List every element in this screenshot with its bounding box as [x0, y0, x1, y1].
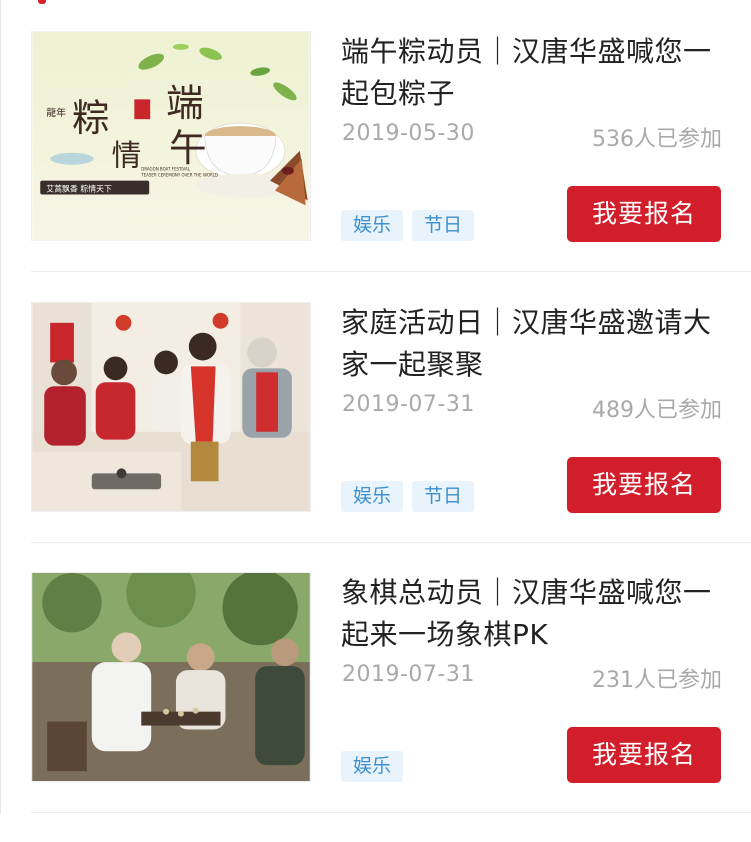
activity-image-chess[interactable]	[31, 572, 311, 782]
signup-button[interactable]: 我要报名	[567, 186, 721, 242]
image-en-1: DRAGON BOAT FESTIVAL	[141, 167, 190, 172]
image-char-2: 情	[112, 139, 142, 174]
participant-count: 536人已参加	[592, 127, 722, 152]
activity-date: 2019-07-31	[342, 662, 475, 687]
activity-image-family-day[interactable]	[31, 302, 311, 512]
tag-festival: 节日	[412, 481, 475, 512]
activity-title[interactable]: 象棋总动员｜汉唐华盛喊您一起来一场象棋PK	[341, 572, 721, 656]
tag-entertainment: 娱乐	[341, 481, 404, 512]
image-slogan: 艾蒿飘香 粽情天下	[46, 183, 112, 193]
activity-title[interactable]: 端午粽动员｜汉唐华盛喊您一起包粽子	[341, 31, 721, 115]
activity-title[interactable]: 家庭活动日｜汉唐华盛邀请大家一起聚聚	[341, 302, 721, 386]
signup-button[interactable]: 我要报名	[567, 727, 721, 783]
divider	[31, 271, 751, 272]
top-indicator	[38, 0, 46, 4]
tag-entertainment: 娱乐	[341, 210, 404, 241]
activity-card[interactable]: 象棋总动员｜汉唐华盛喊您一起来一场象棋PK 2019-07-31 231人已参加…	[0, 572, 751, 842]
image-char-4: 午	[169, 126, 207, 170]
activity-card[interactable]: 艾蒿飘香 粽情天下 粽 情 端 午 龍年 DRAGON BOAT FESTIVA…	[0, 31, 751, 301]
tag-list: 娱乐 节日	[341, 210, 475, 241]
tag-festival: 节日	[412, 210, 475, 241]
participant-count: 231人已参加	[592, 668, 722, 693]
divider	[31, 812, 751, 813]
image-char-3: 端	[166, 81, 204, 125]
tag-list: 娱乐 节日	[341, 481, 475, 512]
activity-card[interactable]: 家庭活动日｜汉唐华盛邀请大家一起聚聚 2019-07-31 489人已参加 娱乐…	[0, 302, 751, 572]
tag-list: 娱乐	[341, 751, 404, 782]
activity-date: 2019-07-31	[342, 392, 475, 417]
image-char-1: 粽	[72, 96, 110, 140]
activity-date: 2019-05-30	[342, 121, 475, 146]
image-small-text: 龍年	[46, 106, 66, 119]
participant-count: 489人已参加	[592, 398, 722, 423]
image-en-2: TEASER CEREMONY OVER THE WORLD	[140, 173, 218, 178]
tag-entertainment: 娱乐	[341, 751, 404, 782]
divider	[31, 542, 751, 543]
signup-button[interactable]: 我要报名	[567, 457, 721, 513]
activity-image-dragon-boat[interactable]: 艾蒿飘香 粽情天下 粽 情 端 午 龍年 DRAGON BOAT FESTIVA…	[31, 31, 311, 241]
